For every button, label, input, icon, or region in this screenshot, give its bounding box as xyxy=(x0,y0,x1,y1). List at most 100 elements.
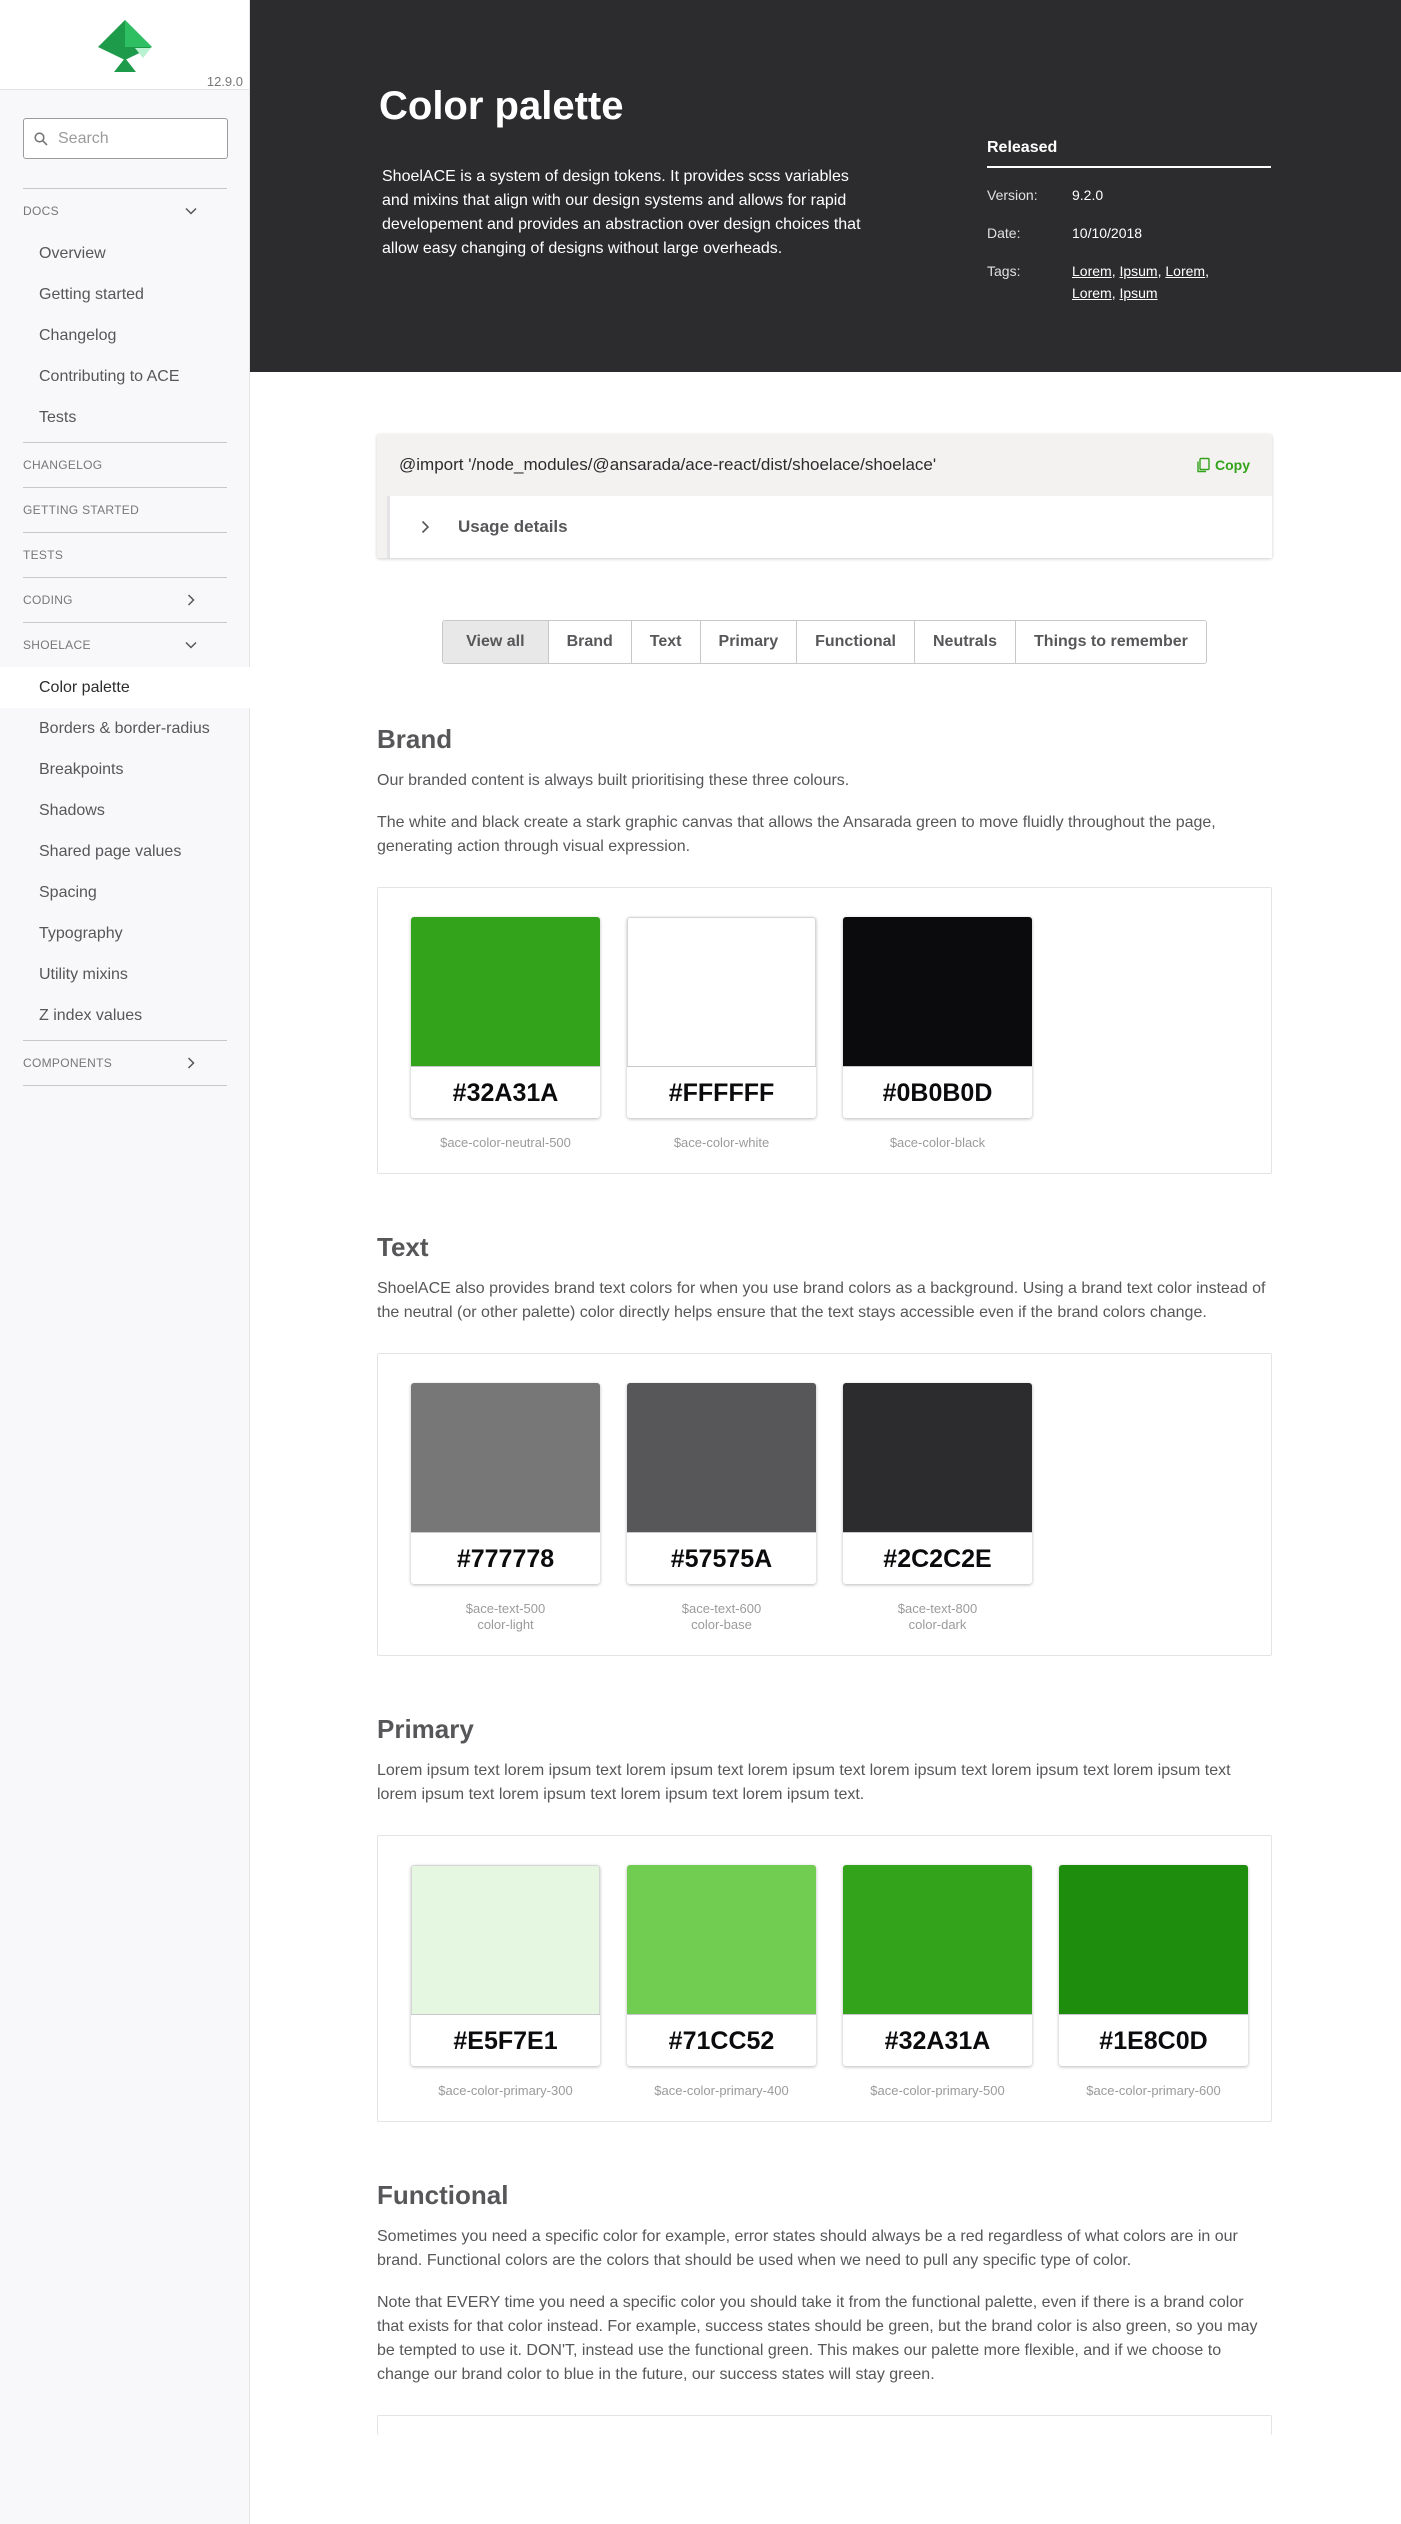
swatch-variable: $ace-color-neutral-500 xyxy=(440,1135,571,1150)
nav-section-components[interactable]: COMPONENTS xyxy=(0,1041,250,1085)
functional-section: Functional Sometimes you need a specific… xyxy=(377,2180,1272,2435)
meta-date-value: 10/10/2018 xyxy=(1072,225,1143,241)
usage-details-toggle[interactable]: Usage details xyxy=(387,496,1272,558)
swatch-hex: #32A31A xyxy=(843,2014,1032,2066)
chevron-right-icon xyxy=(421,520,430,534)
nav-section-coding[interactable]: CODING xyxy=(0,578,250,622)
swatch-color xyxy=(627,917,816,1066)
brand-title: Brand xyxy=(377,724,453,754)
main-content: @import '/node_modules/@ansarada/ace-rea… xyxy=(377,434,1272,2435)
tab-functional[interactable]: Functional xyxy=(796,621,914,663)
meta-tags-row: Tags: Lorem, Ipsum, Lorem, Lorem, Ipsum xyxy=(987,263,1271,304)
swatch-variable: $ace-text-600 color-base xyxy=(627,1601,816,1633)
swatch-card[interactable]: #71CC52 xyxy=(627,1865,816,2066)
swatch-variable-name: $ace-text-500 xyxy=(465,1601,546,1616)
meta-tags-value: Lorem, Ipsum, Lorem, Lorem, Ipsum xyxy=(1072,263,1209,301)
page-title: Color palette xyxy=(379,84,624,128)
swatch-color xyxy=(411,1865,600,2014)
swatch-card[interactable]: #1E8C0D xyxy=(1059,1865,1248,2066)
color-swatch: #777778 $ace-text-500 color-light xyxy=(411,1383,600,1633)
tag-link[interactable]: Lorem xyxy=(1165,263,1205,279)
copy-button[interactable]: Copy xyxy=(1195,457,1250,473)
sidebar-item-shadows[interactable]: Shadows xyxy=(0,790,250,831)
tab-view-all[interactable]: View all xyxy=(443,621,548,663)
sidebar-item-changelog[interactable]: Changelog xyxy=(0,315,250,356)
text-section: Text ShoelACE also provides brand text c… xyxy=(377,1232,1272,1656)
sidebar-item-typography[interactable]: Typography xyxy=(0,913,250,954)
sidebar-item-contributing[interactable]: Contributing to ACE xyxy=(0,356,250,397)
swatch-variable: $ace-color-primary-600 xyxy=(1086,2083,1221,2098)
search-input[interactable] xyxy=(58,129,218,148)
tag-link[interactable]: Lorem xyxy=(1072,285,1112,301)
swatch-color xyxy=(1059,1865,1248,2014)
swatch-color xyxy=(843,1865,1032,2014)
sidebar-item-getting-started[interactable]: Getting started xyxy=(0,274,250,315)
swatch-card[interactable]: #57575A xyxy=(627,1383,816,1584)
swatch-card[interactable]: #E5F7E1 xyxy=(411,1865,600,2066)
sidebar-item-z-index-values[interactable]: Z index values xyxy=(0,995,250,1036)
sidebar-item-shared-page-values[interactable]: Shared page values xyxy=(0,831,250,872)
functional-paragraph: Sometimes you need a specific color for … xyxy=(377,2228,1238,2269)
sidebar-item-borders[interactable]: Borders & border-radius xyxy=(0,708,250,749)
sidebar-item-overview[interactable]: Overview xyxy=(0,233,250,274)
sidebar-item-utility-mixins[interactable]: Utility mixins xyxy=(0,954,250,995)
nav-section-getting-started-label: GETTING STARTED xyxy=(23,503,140,517)
divider xyxy=(23,1085,227,1086)
search-field[interactable] xyxy=(23,118,228,159)
ansarada-logo[interactable] xyxy=(98,20,152,72)
swatch-card[interactable]: #FFFFFF xyxy=(627,917,816,1118)
swatch-variable: $ace-color-primary-500 xyxy=(870,2083,1005,2098)
swatch-variable-alias: color-light xyxy=(477,1617,534,1632)
nav-section-tests-label: TESTS xyxy=(23,548,64,562)
swatch-color xyxy=(627,1383,816,1532)
color-swatch: #32A31A $ace-color-primary-500 xyxy=(843,1865,1032,2099)
tag-link[interactable]: Ipsum xyxy=(1119,285,1157,301)
docs-items: Overview Getting started Changelog Contr… xyxy=(0,233,250,442)
swatch-hex: #FFFFFF xyxy=(627,1066,816,1118)
swatch-card[interactable]: #32A31A xyxy=(843,1865,1032,2066)
nav-section-components-label: COMPONENTS xyxy=(23,1056,113,1070)
sidebar-item-color-palette[interactable]: Color palette xyxy=(0,667,250,708)
swatch-variable-name: $ace-text-600 xyxy=(681,1601,762,1616)
nav-section-changelog-label: CHANGELOG xyxy=(23,458,103,472)
swatch-hex: #E5F7E1 xyxy=(411,2014,600,2066)
tab-primary[interactable]: Primary xyxy=(699,621,797,663)
swatch-hex: #32A31A xyxy=(411,1066,600,1118)
swatch-hex: #57575A xyxy=(627,1532,816,1584)
nav-section-shoelace[interactable]: SHOELACE xyxy=(0,623,250,667)
functional-swatches xyxy=(377,2415,1272,2435)
tab-neutrals[interactable]: Neutrals xyxy=(914,621,1016,663)
nav-section-getting-started[interactable]: GETTING STARTED xyxy=(0,488,250,532)
tag-link[interactable]: Ipsum xyxy=(1119,263,1157,279)
tab-brand[interactable]: Brand xyxy=(547,621,631,663)
swatch-variable-name: $ace-text-800 xyxy=(897,1601,978,1616)
swatch-card[interactable]: #0B0B0D xyxy=(843,917,1032,1118)
sidebar: 12.9.0 DOCS Overview Getting started Cha… xyxy=(0,0,250,2524)
nav-section-docs[interactable]: DOCS xyxy=(0,189,250,233)
brand-paragraph: The white and black create a stark graph… xyxy=(377,814,1216,855)
chevron-right-icon xyxy=(187,594,195,606)
color-swatch: #0B0B0D $ace-color-black xyxy=(843,917,1032,1151)
swatch-card[interactable]: #777778 xyxy=(411,1383,600,1584)
page-intro: ShoelACE is a system of design tokens. I… xyxy=(382,168,861,257)
nav-section-changelog[interactable]: CHANGELOG xyxy=(0,443,250,487)
tab-things-to-remember[interactable]: Things to remember xyxy=(1015,621,1206,663)
page-header: Color palette ShoelACE is a system of de… xyxy=(250,0,1401,372)
nav-section-docs-label: DOCS xyxy=(23,204,59,218)
sidebar-item-tests[interactable]: Tests xyxy=(0,397,250,438)
swatch-hex: #0B0B0D xyxy=(843,1066,1032,1118)
tag-link[interactable]: Lorem xyxy=(1072,263,1112,279)
filter-tabs: View all Brand Text Primary Functional N… xyxy=(377,620,1272,664)
sidebar-item-spacing[interactable]: Spacing xyxy=(0,872,250,913)
tab-text[interactable]: Text xyxy=(630,621,700,663)
meta-date-row: Date: 10/10/2018 xyxy=(987,225,1271,244)
primary-swatches: #E5F7E1 $ace-color-primary-300 #71CC52 $… xyxy=(377,1835,1272,2122)
search-icon xyxy=(34,131,48,146)
color-swatch: #1E8C0D $ace-color-primary-600 xyxy=(1059,1865,1248,2099)
swatch-card[interactable]: #2C2C2E xyxy=(843,1383,1032,1584)
primary-title: Primary xyxy=(377,1714,474,1744)
swatch-card[interactable]: #32A31A xyxy=(411,917,600,1118)
sidebar-item-breakpoints[interactable]: Breakpoints xyxy=(0,749,250,790)
meta-date-label: Date: xyxy=(987,225,1021,241)
nav-section-tests[interactable]: TESTS xyxy=(0,533,250,577)
